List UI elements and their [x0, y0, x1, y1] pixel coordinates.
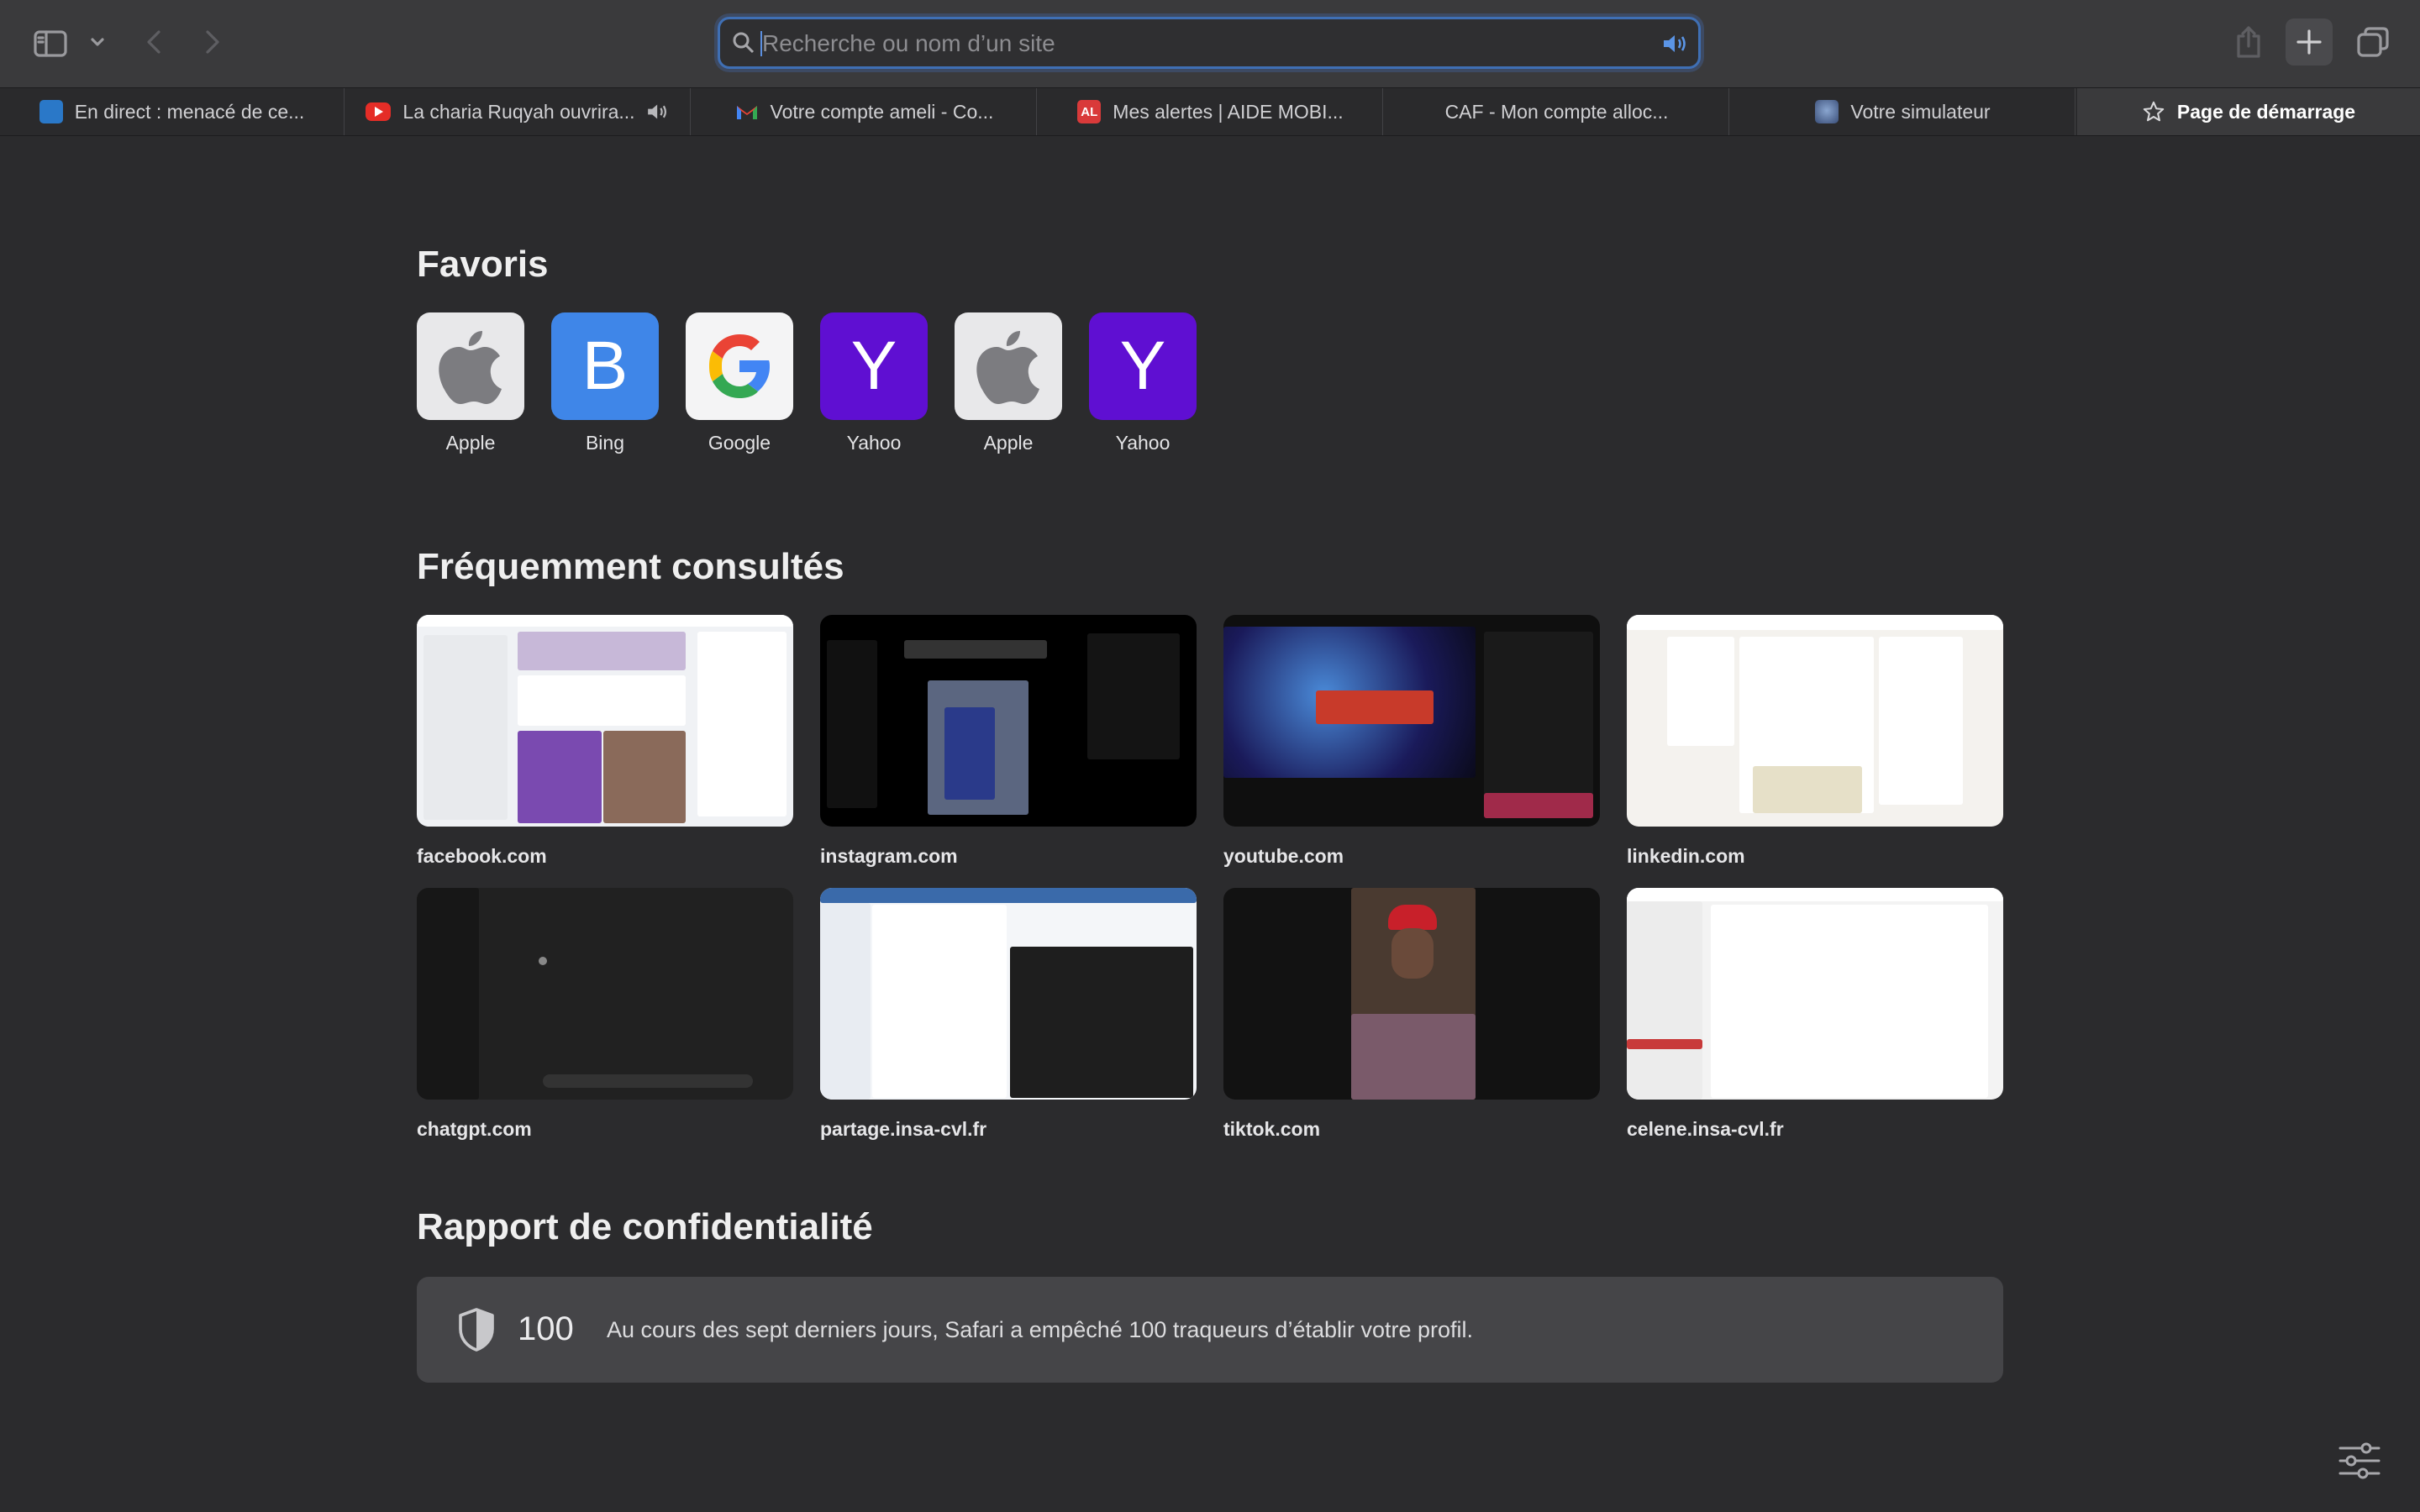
tab-simulateur[interactable]: Votre simulateur: [1731, 88, 2075, 135]
site-thumbnail: [1627, 615, 2003, 827]
privacy-summary: Au cours des sept derniers jours, Safari…: [607, 1317, 1474, 1342]
site-label: facebook.com: [417, 845, 547, 867]
star-icon: [2143, 101, 2165, 122]
tab-france24[interactable]: En direct : menacé de ce...: [0, 88, 345, 135]
favorite-label: Google: [708, 432, 771, 454]
frequent-site-instagram[interactable]: instagram.com: [820, 615, 1197, 868]
site-thumbnail: [820, 615, 1197, 827]
al-icon: AL: [1077, 100, 1102, 123]
site-label: linkedin.com: [1627, 845, 1745, 867]
favorite-bing[interactable]: B Bing: [551, 312, 659, 454]
apple-icon: [955, 312, 1062, 420]
favorite-label: Apple: [983, 432, 1034, 454]
frequent-site-tiktok[interactable]: tiktok.com: [1223, 888, 1600, 1141]
tab-title: CAF - Mon compte alloc...: [1444, 100, 1669, 123]
tab-bar: En direct : menacé de ce... La charia Ru…: [0, 87, 2420, 136]
forward-button[interactable]: [200, 25, 225, 59]
site-thumbnail: [1223, 888, 1600, 1100]
tab-youtube[interactable]: La charia Ruqyah ouvrira...: [346, 88, 691, 135]
tab-overview-icon: [2357, 27, 2389, 57]
privacy-report[interactable]: 100 Au cours des sept derniers jours, Sa…: [417, 1277, 2003, 1383]
tab-start-page[interactable]: Page de démarrage: [2077, 88, 2420, 135]
tracker-count: 100: [518, 1310, 574, 1347]
tab-audio-icon[interactable]: [645, 102, 671, 121]
favorite-label: Apple: [445, 432, 496, 454]
bing-letter-icon: B: [551, 312, 659, 420]
address-bar[interactable]: [718, 17, 1701, 69]
site-thumbnail: [417, 615, 793, 827]
favorite-google[interactable]: Google: [686, 312, 793, 454]
address-input[interactable]: [760, 19, 1604, 68]
frequent-site-facebook[interactable]: facebook.com: [417, 615, 793, 868]
favorite-apple[interactable]: Apple: [417, 312, 524, 454]
tab-aide-mobi[interactable]: AL Mes alertes | AIDE MOBI...: [1039, 88, 1383, 135]
frequent-heading: Fréquemment consultés: [417, 546, 844, 587]
favorites-heading: Favoris: [417, 244, 549, 285]
site-thumbnail: [820, 888, 1197, 1100]
google-icon: [686, 312, 793, 420]
share-button[interactable]: [2232, 22, 2265, 62]
new-tab-button[interactable]: [2286, 18, 2333, 66]
tab-title: Votre simulateur: [1850, 100, 1991, 123]
text-caret: [760, 31, 762, 56]
frequent-site-chatgpt[interactable]: chatgpt.com: [417, 888, 793, 1141]
site-label: partage.insa-cvl.fr: [820, 1118, 987, 1140]
site-label: instagram.com: [820, 845, 958, 867]
privacy-heading: Rapport de confidentialité: [417, 1206, 873, 1247]
tab-title: En direct : menacé de ce...: [74, 100, 305, 123]
search-icon: [733, 32, 755, 54]
forward-icon: [206, 30, 219, 54]
favorite-label: Yahoo: [846, 432, 902, 454]
tab-title: Mes alertes | AIDE MOBI...: [1113, 100, 1344, 123]
site-thumbnail: [1627, 888, 2003, 1100]
favorite-apple-2[interactable]: Apple: [955, 312, 1062, 454]
tab-caf[interactable]: CAF - Mon compte alloc...: [1385, 88, 1729, 135]
favorite-yahoo-2[interactable]: Y Yahoo: [1089, 312, 1197, 454]
site-label: youtube.com: [1223, 845, 1344, 867]
toolbar: [0, 0, 2420, 87]
sidebar-icon: [34, 30, 67, 57]
tab-gmail[interactable]: Votre compte ameli - Co...: [692, 88, 1037, 135]
frequent-site-linkedin[interactable]: linkedin.com: [1627, 615, 2003, 868]
tab-title: La charia Ruqyah ouvrira...: [402, 100, 635, 123]
tab-title: Votre compte ameli - Co...: [770, 100, 994, 123]
back-button[interactable]: [141, 25, 166, 59]
sliders-icon: [2338, 1442, 2381, 1479]
youtube-icon: [366, 102, 392, 121]
shield-icon: [459, 1308, 494, 1352]
yahoo-letter-icon: Y: [820, 312, 928, 420]
site-label: chatgpt.com: [417, 1118, 532, 1140]
frequent-site-youtube[interactable]: youtube.com: [1223, 615, 1600, 868]
site-thumbnail: [417, 888, 793, 1100]
simulateur-icon: [1815, 100, 1839, 123]
favorite-label: Bing: [585, 432, 625, 454]
yahoo-letter-icon: Y: [1089, 312, 1197, 420]
gmail-icon: [736, 106, 757, 119]
back-icon: [147, 30, 160, 54]
france24-icon: [39, 100, 63, 123]
frequent-site-celene-insa[interactable]: celene.insa-cvl.fr: [1627, 888, 2003, 1141]
customize-button[interactable]: [2336, 1440, 2383, 1482]
site-label: tiktok.com: [1223, 1118, 1321, 1140]
sidebar-menu-button[interactable]: [87, 32, 108, 52]
tab-overview-button[interactable]: [2354, 24, 2391, 60]
frequent-site-partage-insa[interactable]: partage.insa-cvl.fr: [820, 888, 1197, 1141]
chevron-down-icon: [91, 38, 104, 46]
sidebar-button[interactable]: [32, 27, 69, 60]
favorite-yahoo[interactable]: Y Yahoo: [820, 312, 928, 454]
site-label: celene.insa-cvl.fr: [1627, 1118, 1784, 1140]
favorite-label: Yahoo: [1115, 432, 1171, 454]
tab-title: Page de démarrage: [2176, 100, 2356, 123]
new-tab-icon: [2296, 29, 2322, 55]
share-icon: [2237, 26, 2260, 58]
audio-icon[interactable]: [1661, 33, 1690, 55]
site-thumbnail: [1223, 615, 1600, 827]
apple-icon: [417, 312, 524, 420]
